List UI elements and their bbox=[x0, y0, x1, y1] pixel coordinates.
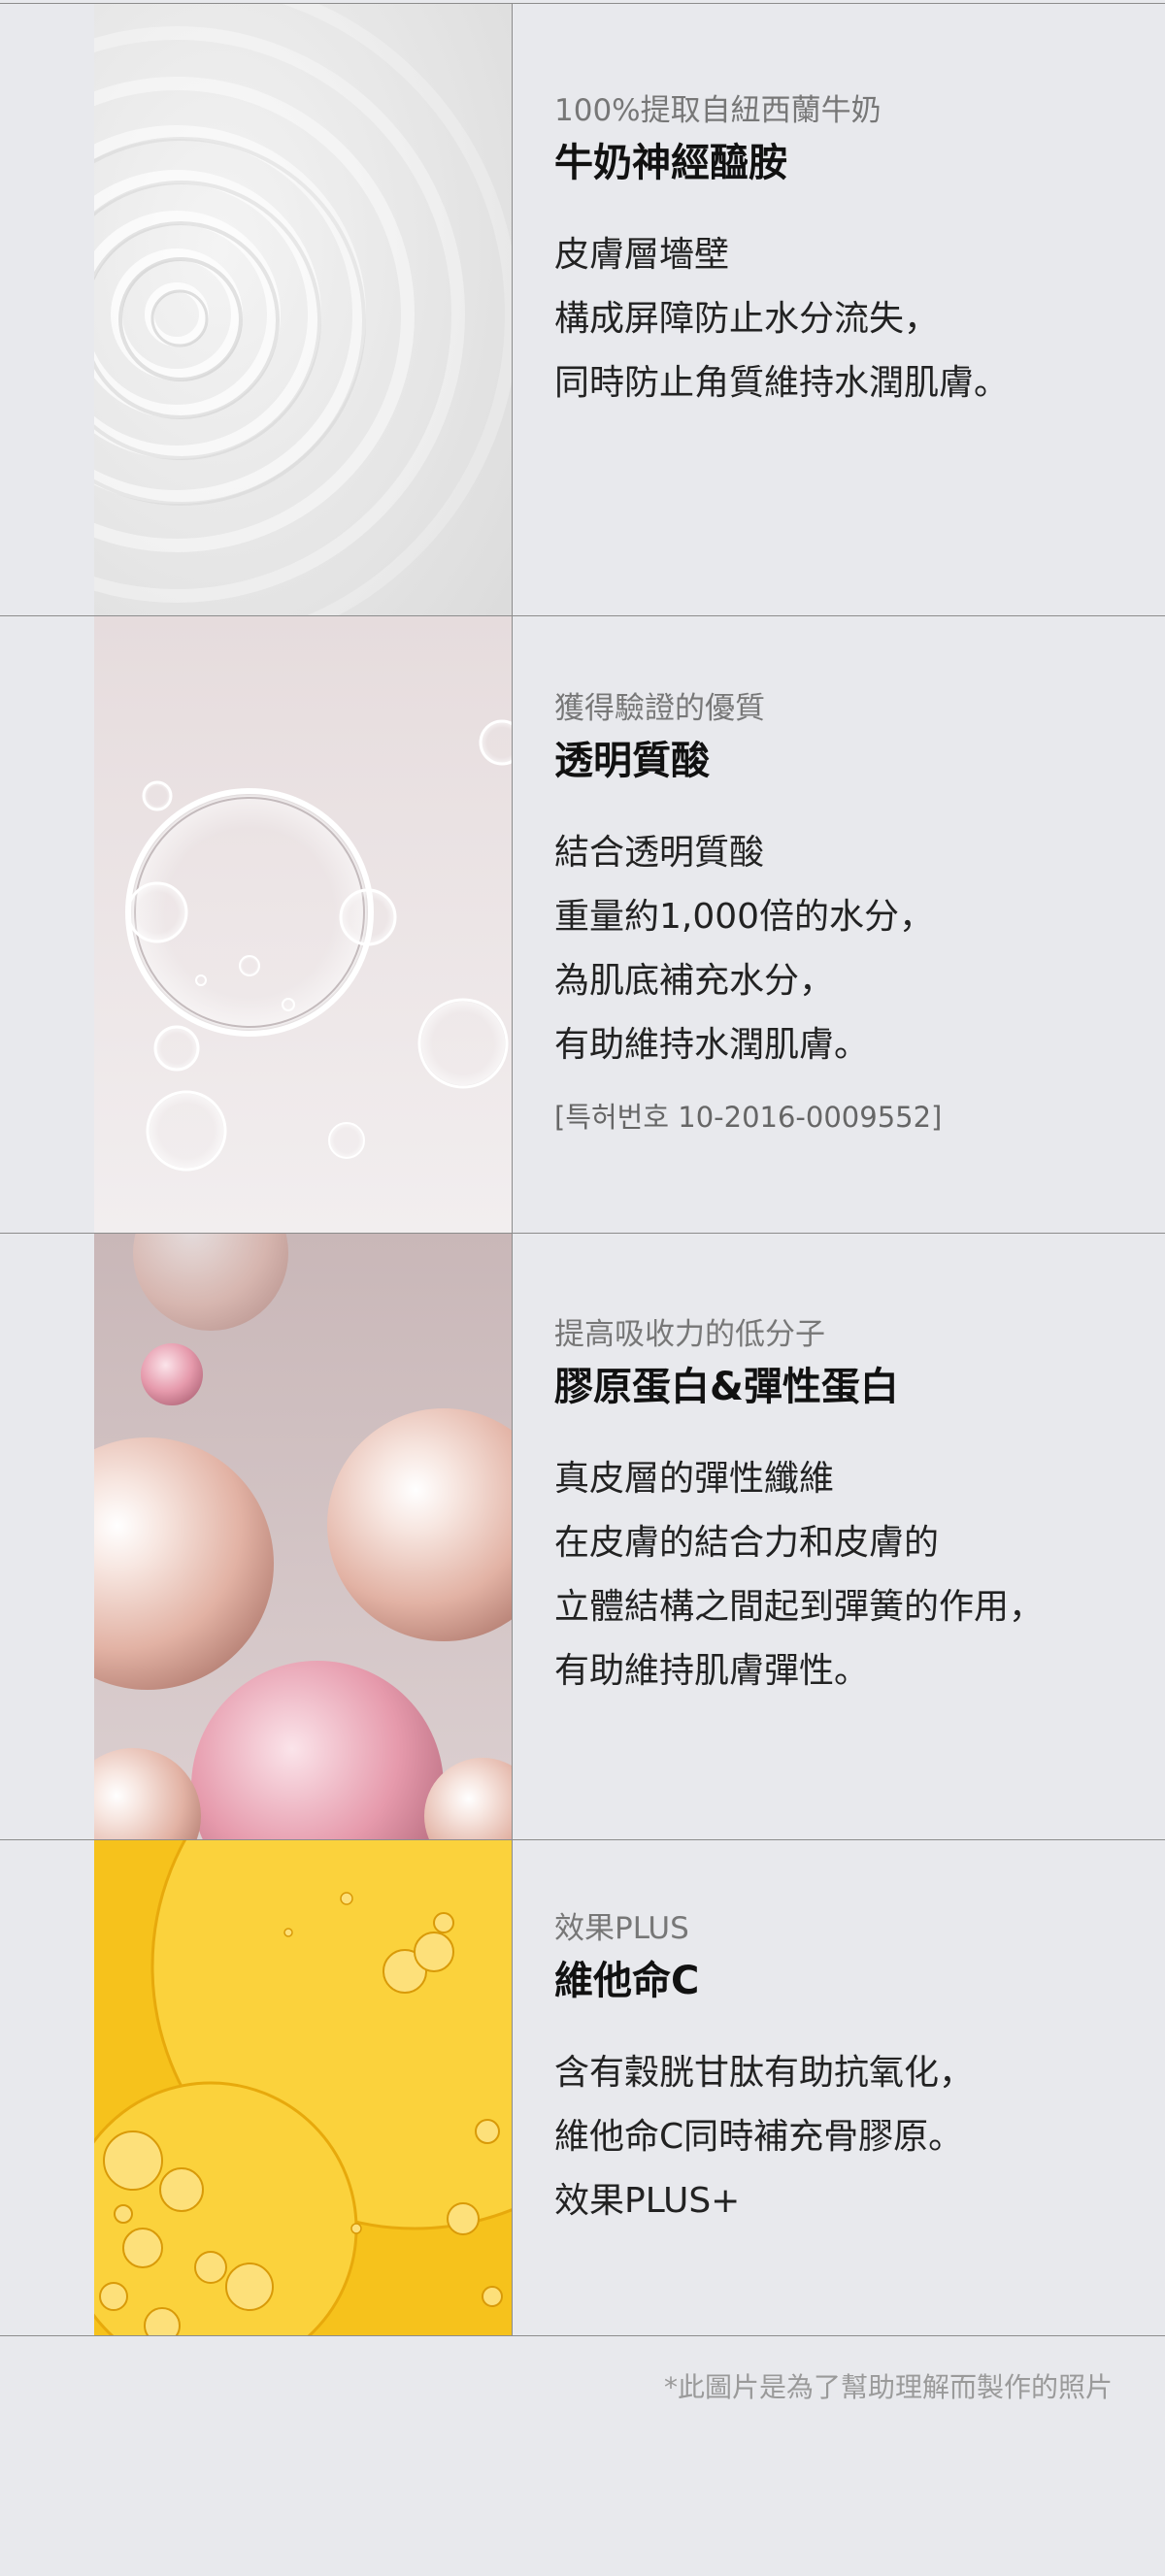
description-line: 維他命C同時補充骨膠原。 bbox=[554, 2116, 964, 2157]
section-description: 結合透明質酸 重量約1,000倍的水分， 為肌底補充水分， 有助維持水潤肌膚。 bbox=[554, 821, 1137, 1077]
milk-ripple-image bbox=[94, 4, 512, 615]
section-title: 膠原蛋白&彈性蛋白 bbox=[554, 1364, 899, 1409]
description-line: 在皮膚的結合力和皮膚的 bbox=[554, 1522, 940, 1563]
ingredient-section-vitamin-c: 效果PLUS 維他命C 含有穀胱甘肽有助抗氧化， 維他命C同時補充骨膠原。 效果… bbox=[554, 1910, 1137, 2233]
description-line: 效果PLUS+ bbox=[554, 2180, 741, 2221]
description-line: 構成屏障防止水分流失， bbox=[554, 298, 940, 339]
description-line: 同時防止角質維持水潤肌膚。 bbox=[554, 362, 1010, 403]
water-bubble-image bbox=[94, 616, 512, 1233]
description-line: 立體結構之間起到彈簧的作用， bbox=[554, 1586, 1045, 1627]
section-description: 含有穀胱甘肽有助抗氧化， 維他命C同時補充骨膠原。 效果PLUS+ bbox=[554, 2041, 1137, 2233]
ingredient-section-hyaluronic-acid: 獲得驗證的優質 透明質酸 結合透明質酸 重量約1,000倍的水分， 為肌底補充水… bbox=[554, 690, 1137, 1136]
ingredient-section-collagen-elastin: 提高吸收力的低分子 膠原蛋白&彈性蛋白 真皮層的彈性纖維 在皮膚的結合力和皮膚的… bbox=[554, 1316, 1137, 1703]
description-line: 含有穀胱甘肽有助抗氧化， bbox=[554, 2052, 975, 2093]
image-disclaimer: *此圖片是為了幫助理解而製作的照片 bbox=[663, 2371, 1113, 2403]
section-subtitle: 100%提取自紐西蘭牛奶 bbox=[554, 93, 882, 128]
divider-4 bbox=[0, 2335, 1165, 2336]
yellow-oil-bubbles-image bbox=[94, 1840, 512, 2335]
description-line: 有助維持肌膚彈性。 bbox=[554, 1650, 870, 1691]
patent-number: [특허번호 10-2016-0009552] bbox=[554, 1100, 943, 1134]
section-subtitle: 效果PLUS bbox=[554, 1911, 689, 1946]
description-line: 結合透明質酸 bbox=[554, 832, 765, 873]
section-subtitle: 獲得驗證的優質 bbox=[554, 691, 765, 726]
description-line: 重量約1,000倍的水分， bbox=[554, 896, 935, 937]
section-description: 皮膚層墻壁 構成屏障防止水分流失， 同時防止角質維持水潤肌膚。 bbox=[554, 223, 1137, 415]
section-subtitle: 提高吸收力的低分子 bbox=[554, 1317, 825, 1352]
section-description: 真皮層的彈性纖維 在皮膚的結合力和皮膚的 立體結構之間起到彈簧的作用， 有助維持… bbox=[554, 1447, 1137, 1703]
divider-middle bbox=[512, 3, 513, 2336]
description-line: 有助維持水潤肌膚。 bbox=[554, 1024, 870, 1065]
description-line: 為肌底補充水分， bbox=[554, 960, 835, 1001]
ingredient-page: 100%提取自紐西蘭牛奶 牛奶神經醯胺 皮膚層墻壁 構成屏障防止水分流失， 同時… bbox=[0, 0, 1165, 2576]
section-title: 牛奶神經醯胺 bbox=[554, 140, 787, 185]
section-title: 透明質酸 bbox=[554, 738, 710, 783]
pearl-spheres-image bbox=[94, 1234, 512, 1839]
description-line: 真皮層的彈性纖維 bbox=[554, 1458, 835, 1499]
section-title: 維他命C bbox=[554, 1958, 700, 2003]
description-line: 皮膚層墻壁 bbox=[554, 234, 730, 275]
ingredient-section-milk-ceramide: 100%提取自紐西蘭牛奶 牛奶神經醯胺 皮膚層墻壁 構成屏障防止水分流失， 同時… bbox=[554, 92, 1137, 415]
